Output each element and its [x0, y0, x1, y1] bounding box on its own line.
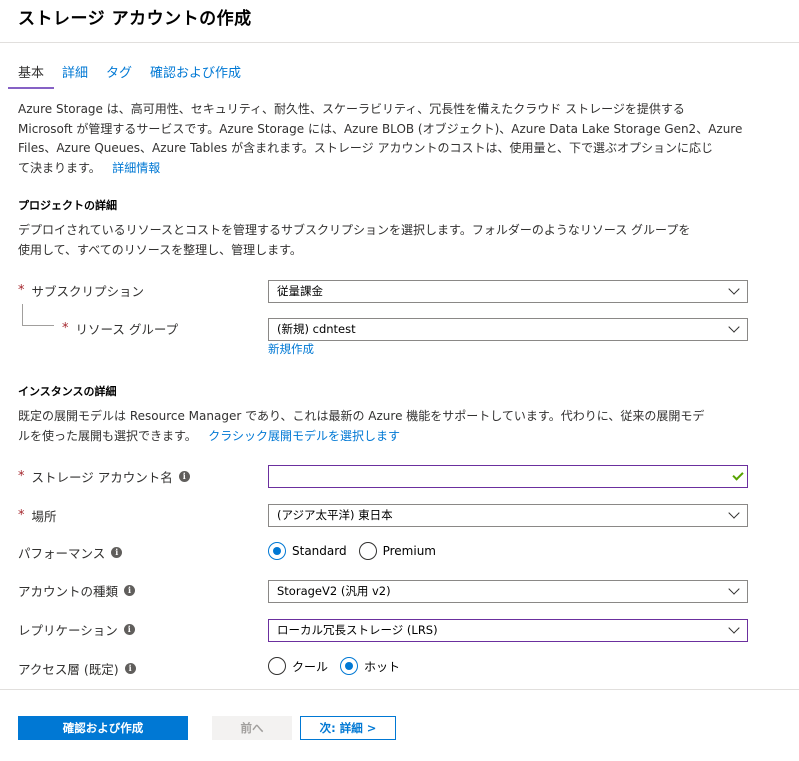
replication-label: レプリケーション i — [18, 620, 135, 639]
location-label-text: 場所 — [31, 509, 57, 524]
access-tier-option-label: ホット — [364, 659, 401, 674]
access-tier-radio-group: クール ホット — [268, 657, 412, 675]
subscription-label-text: サブスクリプション — [31, 284, 145, 299]
info-icon[interactable]: i — [123, 624, 135, 635]
performance-option-label: Premium — [382, 544, 436, 558]
previous-button[interactable]: 前へ — [212, 716, 292, 740]
performance-radio-group: Standard Premium — [268, 542, 448, 560]
account-kind-value: StorageV2 (汎用 v2) — [277, 584, 391, 598]
access-tier-label: アクセス層 (既定) i — [18, 659, 136, 678]
performance-option-standard[interactable]: Standard — [268, 542, 347, 560]
info-icon[interactable]: i — [124, 663, 136, 674]
tab-review-create[interactable]: 確認および作成 — [150, 62, 241, 89]
project-description: デプロイされているリソースとコストを管理するサブスクリプションを選択します。フォ… — [18, 221, 748, 260]
access-tier-option-hot[interactable]: ホット — [340, 657, 400, 675]
intro-line-3: Files、Azure Queues、Azure Tables が含まれます。ス… — [18, 141, 713, 155]
replication-label-text: レプリケーション — [18, 623, 118, 638]
project-details-heading: プロジェクトの詳細 — [18, 199, 117, 212]
project-desc-line-2: 使用して、すべてのリソースを整理し、管理します。 — [18, 242, 302, 257]
resource-group-label-text: リソース グループ — [75, 322, 179, 337]
resource-group-select[interactable]: (新規) cdntest — [268, 318, 748, 341]
tab-advanced[interactable]: 詳細 — [62, 62, 88, 89]
title-divider — [0, 42, 799, 43]
account-kind-label-text: アカウントの種類 — [18, 584, 119, 599]
required-marker: * — [18, 508, 25, 523]
access-tier-option-cool[interactable]: クール — [268, 657, 328, 675]
tree-connector-vertical — [22, 304, 23, 326]
subscription-select[interactable]: 従量課金 — [268, 280, 748, 303]
performance-option-premium[interactable]: Premium — [358, 542, 436, 560]
performance-label: パフォーマンス i — [18, 543, 123, 562]
tab-tags[interactable]: タグ — [106, 62, 132, 89]
access-tier-option-label: クール — [292, 659, 329, 674]
access-tier-label-text: アクセス層 (既定) — [18, 662, 119, 677]
footer-divider — [0, 689, 799, 690]
intro-line-4: て決まります。 詳細情報 — [18, 159, 748, 179]
instance-description: 既定の展開モデルは Resource Manager であり、これは最新の Az… — [18, 407, 748, 446]
intro-text: Azure Storage は、高可用性、セキュリティ、耐久性、スケーラビリティ… — [18, 100, 748, 178]
subscription-label: * サブスクリプション — [18, 281, 144, 300]
replication-select[interactable]: ローカル冗長ストレージ (LRS) — [268, 619, 748, 642]
radio-unselected-icon — [268, 657, 286, 675]
instance-desc-line-1: 既定の展開モデルは Resource Manager であり、これは最新の Az… — [18, 409, 705, 423]
radio-unselected-icon — [358, 542, 377, 560]
chevron-down-icon — [728, 321, 740, 333]
instance-desc-line-2-text: ルを使った展開も選択できます。 — [18, 428, 197, 443]
account-kind-label: アカウントの種類 i — [18, 581, 136, 600]
create-new-link[interactable]: 新規作成 — [268, 341, 314, 357]
chevron-down-icon — [728, 583, 740, 595]
resource-group-label: * リソース グループ — [62, 319, 178, 338]
info-icon[interactable]: i — [178, 471, 190, 482]
tab-basics[interactable]: 基本 — [8, 62, 55, 89]
learn-more-link[interactable]: 詳細情報 — [112, 161, 160, 175]
radio-selected-icon — [268, 542, 286, 560]
page-title: ストレージ アカウントの作成 — [18, 9, 252, 29]
intro-line-1: Azure Storage は、高可用性、セキュリティ、耐久性、スケーラビリティ… — [18, 102, 685, 116]
info-icon[interactable]: i — [124, 585, 136, 596]
chevron-down-icon — [728, 507, 740, 519]
chevron-down-icon — [728, 283, 740, 295]
required-marker: * — [18, 469, 25, 484]
review-create-button[interactable]: 確認および作成 — [18, 716, 188, 740]
tab-bar: 基本 詳細 タグ 確認および作成 — [8, 62, 259, 89]
instance-details-heading: インスタンスの詳細 — [18, 385, 117, 398]
replication-value: ローカル冗長ストレージ (LRS) — [277, 623, 438, 637]
account-name-label-text: ストレージ アカウント名 — [31, 470, 173, 485]
storage-account-name-input[interactable] — [268, 465, 748, 488]
location-value: (アジア太平洋) 東日本 — [277, 508, 393, 522]
project-desc-line-1: デプロイされているリソースとコストを管理するサブスクリプションを選択します。フォ… — [18, 223, 691, 237]
performance-option-label: Standard — [292, 544, 347, 558]
radio-selected-icon — [340, 657, 359, 675]
tree-connector-horizontal — [22, 325, 54, 326]
intro-line-2: Microsoft が管理するサービスです。Azure Storage には、A… — [18, 121, 743, 136]
location-select[interactable]: (アジア太平洋) 東日本 — [268, 504, 748, 527]
info-icon[interactable]: i — [111, 547, 123, 558]
required-marker: * — [62, 321, 69, 336]
chevron-down-icon — [728, 622, 740, 634]
performance-label-text: パフォーマンス — [18, 546, 106, 561]
intro-line-4-text: て決まります。 — [18, 160, 101, 175]
subscription-value: 従量課金 — [277, 284, 323, 298]
account-name-label: * ストレージ アカウント名 i — [18, 467, 190, 486]
next-advanced-button[interactable]: 次: 詳細 > — [300, 716, 396, 740]
resource-group-value: (新規) cdntest — [277, 322, 356, 336]
classic-deployment-link[interactable]: クラシック展開モデルを選択します — [208, 429, 400, 443]
location-label: * 場所 — [18, 506, 57, 525]
instance-desc-line-2: ルを使った展開も選択できます。 クラシック展開モデルを選択します — [18, 427, 748, 447]
required-marker: * — [18, 283, 25, 298]
account-kind-select[interactable]: StorageV2 (汎用 v2) — [268, 580, 748, 603]
